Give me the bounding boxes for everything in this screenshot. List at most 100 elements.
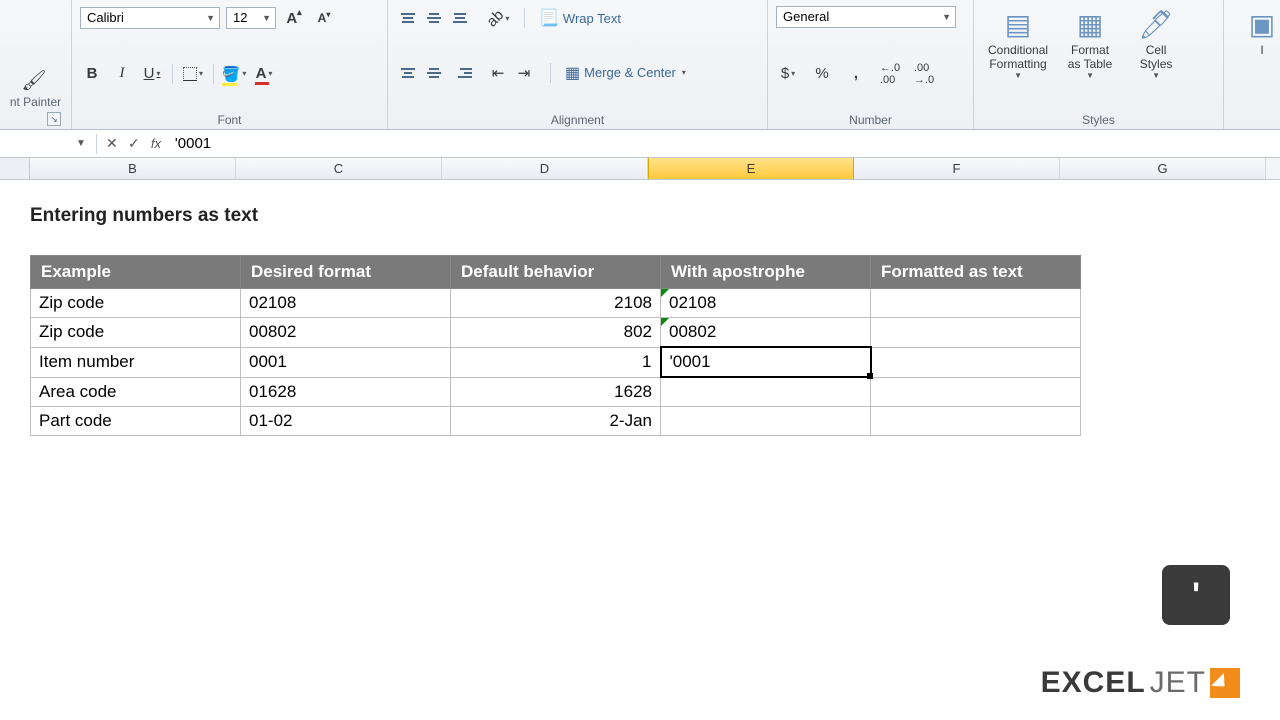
table-header[interactable]: Example — [31, 256, 241, 289]
cell[interactable]: Part code — [31, 406, 241, 435]
cell[interactable] — [661, 377, 871, 406]
italic-button[interactable]: I — [110, 62, 134, 86]
table-header[interactable]: With apostrophe — [661, 256, 871, 289]
cell[interactable] — [871, 377, 1081, 406]
conditional-formatting-icon: ▤ — [1005, 8, 1031, 41]
cell[interactable]: Item number — [31, 347, 241, 377]
currency-button[interactable]: $ — [776, 62, 800, 86]
worksheet[interactable]: Entering numbers as text ExampleDesired … — [0, 180, 1280, 436]
align-middle-button[interactable] — [422, 8, 446, 28]
merge-center-button[interactable]: ▦Merge & Center — [565, 61, 686, 85]
number-group: General ▼ $ % , ←.0.00 .00→.0 Number — [768, 0, 974, 129]
page-title: Entering numbers as text — [30, 205, 1280, 227]
cell-styles-label: Cell Styles — [1140, 43, 1173, 71]
table-row: Item number00011'0001 — [31, 347, 1081, 377]
clipboard-dialog-launcher[interactable]: ↘ — [47, 112, 61, 126]
cell[interactable]: 1 — [451, 347, 661, 377]
cancel-edit-button[interactable]: ✕ — [101, 135, 123, 152]
table-row: Zip code02108210802108 — [31, 289, 1081, 318]
underline-button[interactable]: U — [140, 62, 164, 86]
chevron-down-icon: ▼ — [262, 13, 271, 23]
font-color-button[interactable]: A — [252, 62, 276, 86]
confirm-edit-button[interactable]: ✓ — [123, 135, 145, 152]
cell[interactable]: '0001 — [661, 347, 871, 377]
cell[interactable] — [871, 347, 1081, 377]
cell[interactable]: 2108 — [451, 289, 661, 318]
cell[interactable]: 0001 — [241, 347, 451, 377]
cell-styles-button[interactable]: 🖊 Cell Styles ▼ — [1126, 6, 1186, 82]
wrap-text-button[interactable]: 📃Wrap Text — [539, 6, 621, 30]
format-as-table-button[interactable]: ▦ Format as Table ▼ — [1060, 6, 1120, 82]
exceljet-logo: EXCELJET — [1041, 666, 1240, 700]
cell[interactable] — [871, 318, 1081, 348]
borders-button[interactable] — [181, 62, 205, 86]
align-bottom-button[interactable] — [448, 8, 472, 28]
styles-group: ▤ Conditional Formatting ▼ ▦ Format as T… — [974, 0, 1224, 129]
format-as-table-icon: ▦ — [1077, 8, 1103, 41]
cell[interactable] — [871, 289, 1081, 318]
formula-input[interactable] — [167, 133, 1280, 154]
clipboard-group-label: ↘ — [8, 109, 63, 129]
font-group: Calibri ▼ 12 ▼ A▴ A▾ B I U 🪣 A — [72, 0, 388, 129]
format-as-table-label: Format as Table — [1068, 43, 1112, 71]
table-header[interactable]: Formatted as text — [871, 256, 1081, 289]
vertical-align-buttons — [396, 8, 472, 28]
chevron-down-icon: ▼ — [206, 13, 215, 23]
format-painter-button[interactable]: 🖌 — [8, 68, 63, 93]
align-center-button[interactable] — [422, 63, 446, 83]
decrease-decimal-button[interactable]: .00→.0 — [912, 62, 936, 86]
cell[interactable]: 01-02 — [241, 406, 451, 435]
shrink-font-button[interactable]: A▾ — [312, 6, 336, 30]
column-header-C[interactable]: C — [236, 158, 442, 179]
number-format-select[interactable]: General ▼ — [776, 6, 956, 28]
cell[interactable]: 802 — [451, 318, 661, 348]
insert-function-button[interactable]: fx — [145, 136, 167, 151]
font-name-value: Calibri — [87, 10, 124, 25]
fill-color-button[interactable]: 🪣 — [222, 62, 246, 86]
cell[interactable]: 02108 — [241, 289, 451, 318]
cell[interactable]: 2-Jan — [451, 406, 661, 435]
cell[interactable]: Zip code — [31, 318, 241, 348]
font-size-select[interactable]: 12 ▼ — [226, 7, 276, 29]
increase-indent-button[interactable]: ⇥ — [512, 61, 536, 85]
align-right-button[interactable] — [448, 63, 472, 83]
cell[interactable] — [661, 406, 871, 435]
insert-button-partial[interactable]: ▣ I — [1232, 6, 1280, 59]
cell[interactable]: 00802 — [661, 318, 871, 348]
grow-font-button[interactable]: A▴ — [282, 6, 306, 30]
column-header-B[interactable]: B — [30, 158, 236, 179]
orientation-button[interactable]: ab — [486, 6, 510, 30]
cell[interactable]: Zip code — [31, 289, 241, 318]
cell[interactable]: Area code — [31, 377, 241, 406]
decrease-indent-button[interactable]: ⇤ — [486, 61, 510, 85]
align-top-button[interactable] — [396, 8, 420, 28]
column-header-D[interactable]: D — [442, 158, 648, 179]
comma-button[interactable]: , — [844, 62, 868, 86]
table-row: Zip code0080280200802 — [31, 318, 1081, 348]
wrap-text-label: Wrap Text — [563, 11, 621, 26]
table-header[interactable]: Default behavior — [451, 256, 661, 289]
percent-button[interactable]: % — [810, 62, 834, 86]
merge-center-label: Merge & Center — [584, 65, 676, 80]
font-name-select[interactable]: Calibri ▼ — [80, 7, 220, 29]
column-header-F[interactable]: F — [854, 158, 1060, 179]
column-header-G[interactable]: G — [1060, 158, 1266, 179]
cell[interactable]: 00802 — [241, 318, 451, 348]
cell[interactable]: 1628 — [451, 377, 661, 406]
cell[interactable]: 02108 — [661, 289, 871, 318]
select-all-corner[interactable] — [0, 158, 30, 179]
cell[interactable]: 01628 — [241, 377, 451, 406]
align-left-button[interactable] — [396, 63, 420, 83]
cell[interactable] — [871, 406, 1081, 435]
fill-handle[interactable] — [867, 373, 873, 379]
styles-group-label: Styles — [982, 109, 1215, 129]
table-header[interactable]: Desired format — [241, 256, 451, 289]
column-header-E[interactable]: E — [648, 158, 854, 179]
conditional-formatting-button[interactable]: ▤ Conditional Formatting ▼ — [982, 6, 1054, 82]
increase-decimal-button[interactable]: ←.0.00 — [878, 62, 902, 86]
name-box-dropdown[interactable]: ▼ — [76, 138, 86, 149]
bold-button[interactable]: B — [80, 62, 104, 86]
text-indicator-icon — [661, 318, 669, 326]
chevron-down-icon: ▼ — [942, 12, 951, 22]
keycap-overlay: ' — [1162, 565, 1230, 625]
